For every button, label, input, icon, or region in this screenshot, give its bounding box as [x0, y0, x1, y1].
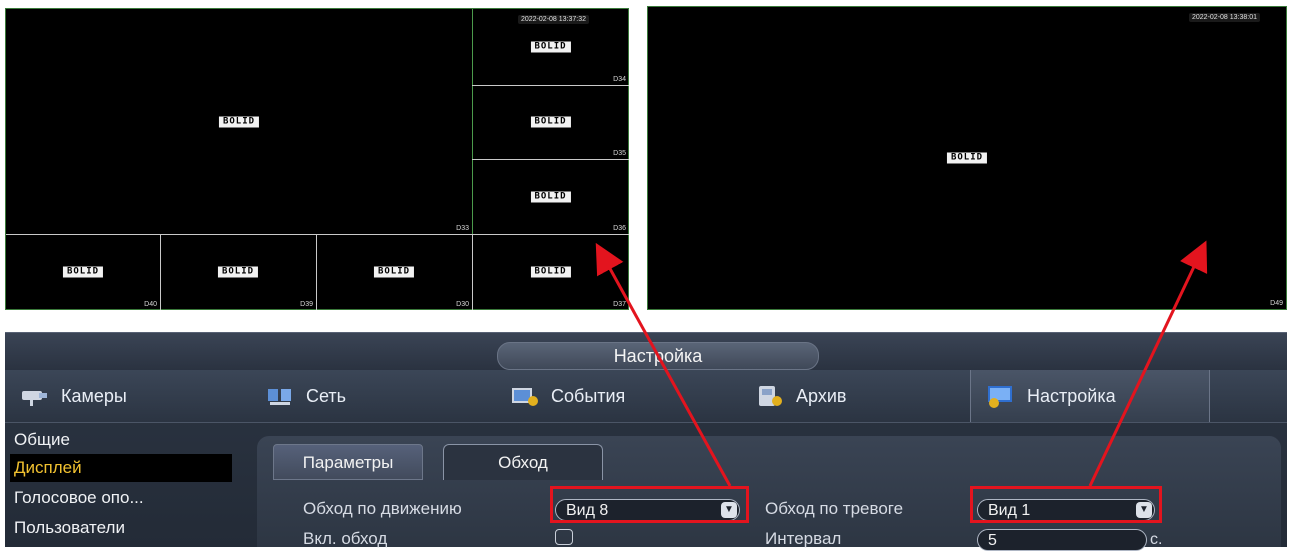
arrow-to-view-1: [1088, 240, 1208, 487]
annotation-arrows: [595, 240, 1208, 487]
arrow-to-view-8: [595, 242, 732, 487]
